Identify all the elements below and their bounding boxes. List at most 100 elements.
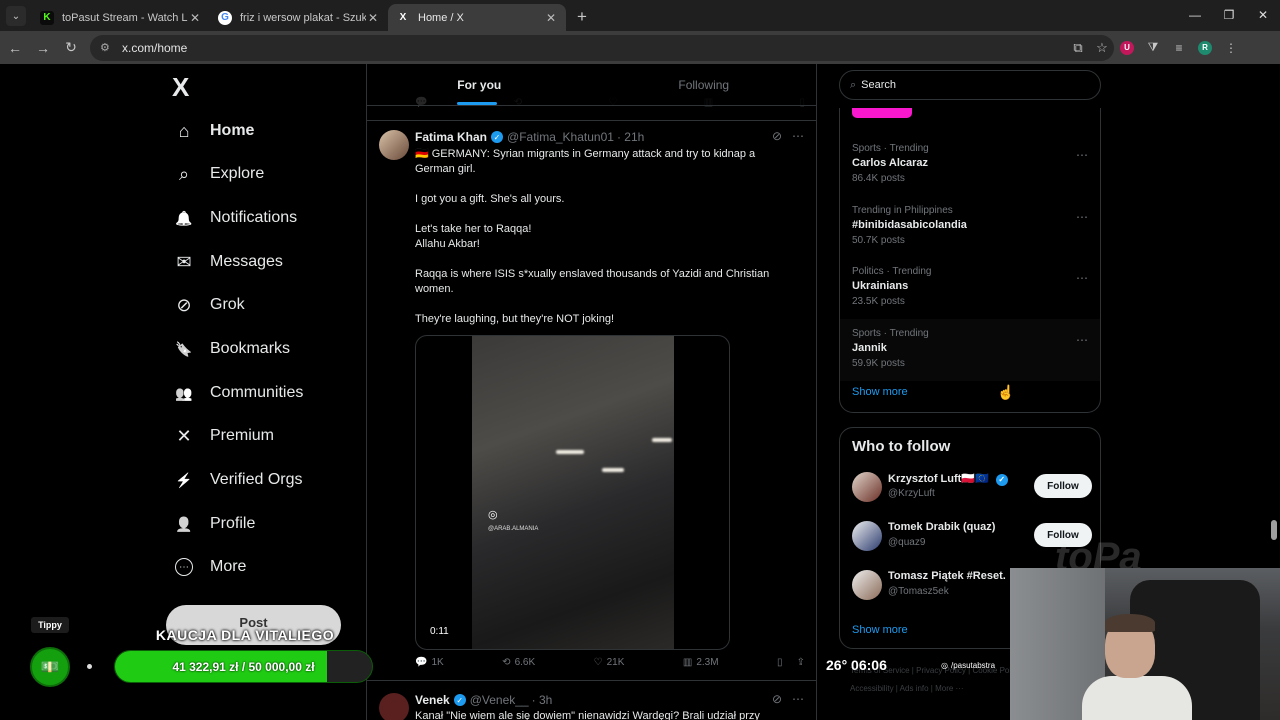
tweet-paragraph: I got you a gift. She's all yours. bbox=[415, 193, 565, 205]
nav-notifications[interactable]: 🔔 Notifications bbox=[172, 200, 297, 236]
show-more-trends-link[interactable]: Show more bbox=[852, 386, 908, 398]
premium-promo-button[interactable] bbox=[852, 108, 912, 118]
reload-icon[interactable]: ↻ bbox=[58, 35, 84, 61]
author-name[interactable]: Venek bbox=[415, 693, 450, 707]
timeline: 💬 ⟲ ♡ ▥ ▯ For you Following Fatima Khan … bbox=[367, 64, 816, 720]
nav-verified-orgs[interactable]: ⚡ Verified Orgs bbox=[172, 462, 302, 498]
avatar[interactable] bbox=[379, 130, 409, 160]
nav-explore[interactable]: ⌕ Explore bbox=[172, 156, 264, 192]
grok-explain-icon[interactable]: ⊘ bbox=[772, 692, 782, 706]
nav-label: Verified Orgs bbox=[210, 471, 303, 488]
tweet-time[interactable]: · 3h bbox=[532, 693, 553, 707]
address-bar[interactable]: ⚙ x.com/home ⧉ ☆ bbox=[90, 34, 1114, 61]
trend-item[interactable]: Sports · Trending Carlos Alcaraz 86.4K p… bbox=[840, 134, 1100, 196]
media-control-icon[interactable]: ≡ bbox=[1166, 35, 1192, 61]
chart-icon: ▥ bbox=[682, 657, 693, 668]
avatar[interactable] bbox=[379, 693, 409, 720]
minimize-icon[interactable]: — bbox=[1178, 0, 1212, 30]
trend-item[interactable]: Politics · Trending Ukrainians 23.5K pos… bbox=[840, 257, 1100, 319]
repost-button[interactable]: ⟲ 6.6K bbox=[502, 657, 535, 668]
browser-tab-2[interactable]: X Home / X ✕ bbox=[388, 4, 566, 31]
like-button[interactable]: ♡ 21K bbox=[594, 657, 625, 668]
x-logo-icon[interactable]: X bbox=[172, 72, 200, 102]
profile-avatar-icon[interactable]: R bbox=[1192, 35, 1218, 61]
footer-link[interactable]: Ads info bbox=[900, 684, 929, 693]
bookmark-icon[interactable]: ▯ bbox=[777, 657, 783, 668]
footer-link[interactable]: Accessibility bbox=[850, 684, 894, 693]
site-info-icon[interactable]: ⚙ bbox=[100, 41, 114, 54]
new-tab-button[interactable]: + bbox=[570, 5, 594, 29]
tab-following[interactable]: Following bbox=[592, 64, 817, 105]
lightning-icon: ⚡ bbox=[175, 471, 193, 488]
nav-home[interactable]: ⌂ Home bbox=[172, 113, 255, 149]
author-handle[interactable]: @Venek__ bbox=[470, 693, 529, 707]
nav-bookmarks[interactable]: 🔖 Bookmarks bbox=[172, 331, 290, 367]
tab-for-you[interactable]: For you bbox=[367, 64, 592, 105]
trend-item[interactable]: Sports · Trending Jannik 59.9K posts ⋯ bbox=[840, 319, 1100, 381]
search-input[interactable]: ⌕ Search bbox=[839, 70, 1101, 100]
scrollbar-thumb[interactable] bbox=[1271, 520, 1277, 540]
browser-tab-1[interactable]: G friz i wersow plakat - Szukaj w G ✕ bbox=[210, 4, 388, 31]
author-handle[interactable]: @Fatima_Khatun01 bbox=[507, 130, 614, 144]
nav-profile[interactable]: 👤 Profile bbox=[172, 506, 255, 542]
nav-communities[interactable]: 👥 Communities bbox=[172, 375, 303, 411]
more-options-icon[interactable]: ⋯ bbox=[1076, 148, 1088, 162]
more-options-icon[interactable]: ⋯ bbox=[792, 692, 804, 706]
back-arrow-icon[interactable]: ← bbox=[2, 35, 28, 61]
donation-goal-title: KAUCJA DLA VITALIEGO bbox=[155, 627, 335, 643]
more-options-icon[interactable]: ⋯ bbox=[1076, 271, 1088, 285]
browser-tab-0[interactable]: K toPasut Stream - Watch Live on ✕ bbox=[32, 4, 210, 31]
browser-tab-strip: ⌄ K toPasut Stream - Watch Live on ✕ G f… bbox=[0, 0, 1280, 31]
search-placeholder: Search bbox=[861, 79, 897, 91]
trend-item[interactable]: Trending in Philippines #binibidasabicol… bbox=[840, 196, 1100, 258]
tab-search-button[interactable]: ⌄ bbox=[6, 6, 26, 26]
footer-link[interactable]: More ··· bbox=[935, 684, 963, 693]
nav-premium[interactable]: ✕ Premium bbox=[172, 418, 274, 454]
grok-explain-icon[interactable]: ⊘ bbox=[772, 129, 782, 143]
cast-icon[interactable]: ⧉ bbox=[1066, 40, 1090, 56]
nav-grok[interactable]: ⊘ Grok bbox=[172, 287, 244, 323]
avatar[interactable] bbox=[852, 521, 882, 551]
trend-topic: #binibidasabicolandia bbox=[852, 219, 967, 231]
account-name-text: Krzysztof Luft🇵🇱🇪🇺 bbox=[888, 473, 989, 485]
tweet[interactable]: Venek ✓ @Venek__ · 3h ⊘ ⋯ Kanał "Nie wie… bbox=[367, 680, 816, 720]
view-count: 2.3M bbox=[696, 657, 719, 668]
webcam-person-body bbox=[1082, 676, 1192, 720]
tweet-paragraph: They're laughing, but they're NOT joking… bbox=[415, 313, 615, 325]
show-more-follow-link[interactable]: Show more bbox=[852, 624, 908, 636]
bell-icon: 🔔 bbox=[175, 209, 193, 226]
author-name[interactable]: Fatima Khan bbox=[415, 130, 487, 144]
close-tab-icon[interactable]: ✕ bbox=[544, 11, 558, 25]
nav-messages[interactable]: ✉ Messages bbox=[172, 244, 282, 280]
close-window-icon[interactable]: ✕ bbox=[1246, 0, 1280, 30]
bookmark-star-icon[interactable]: ☆ bbox=[1090, 40, 1114, 56]
follow-button[interactable]: Follow bbox=[1034, 474, 1092, 498]
extensions-puzzle-icon[interactable]: ⧩ bbox=[1140, 35, 1166, 61]
nav-more[interactable]: ⋯ More bbox=[172, 549, 246, 585]
reply-button[interactable]: 💬 1K bbox=[415, 657, 444, 668]
verified-badge-icon: ✓ bbox=[995, 473, 1008, 486]
avatar[interactable] bbox=[852, 570, 882, 600]
more-options-icon[interactable]: ⋯ bbox=[1076, 210, 1088, 224]
share-icon[interactable]: ⇪ bbox=[797, 657, 805, 668]
avatar[interactable] bbox=[852, 472, 882, 502]
tweet-time[interactable]: · 21h bbox=[617, 130, 644, 144]
close-tab-icon[interactable]: ✕ bbox=[366, 11, 380, 25]
maximize-icon[interactable]: ❐ bbox=[1212, 0, 1246, 30]
views-button[interactable]: ▥ 2.3M bbox=[683, 657, 719, 668]
url-text[interactable]: x.com/home bbox=[122, 41, 1066, 55]
more-options-icon[interactable]: ⋯ bbox=[1076, 333, 1088, 347]
tweet-video[interactable]: ◎ @ARAB.ALMANIA 0:11 bbox=[415, 335, 730, 650]
tweet-text: Kanał "Nie wiem ale się dowiem" nienawid… bbox=[415, 710, 760, 720]
heart-icon: ♡ bbox=[593, 657, 603, 668]
forward-arrow-icon[interactable]: → bbox=[30, 35, 56, 61]
search-icon: ⌕ bbox=[850, 78, 857, 91]
close-tab-icon[interactable]: ✕ bbox=[188, 11, 202, 25]
browser-toolbar: ← → ↻ ⚙ x.com/home ⧉ ☆ U ⧩ ≡ R ⋮ bbox=[0, 31, 1280, 64]
extension-u-icon[interactable]: U bbox=[1114, 35, 1140, 61]
follow-suggestion[interactable]: Krzysztof Luft🇵🇱🇪🇺 ✓ @KrzyLuft Follow bbox=[852, 468, 1092, 508]
nav-label: Notifications bbox=[210, 209, 298, 226]
tweet[interactable]: Fatima Khan ✓ @Fatima_Khatun01 · 21h ⊘ ⋯… bbox=[367, 120, 816, 680]
more-options-icon[interactable]: ⋯ bbox=[792, 129, 804, 143]
browser-menu-icon[interactable]: ⋮ bbox=[1218, 35, 1244, 61]
